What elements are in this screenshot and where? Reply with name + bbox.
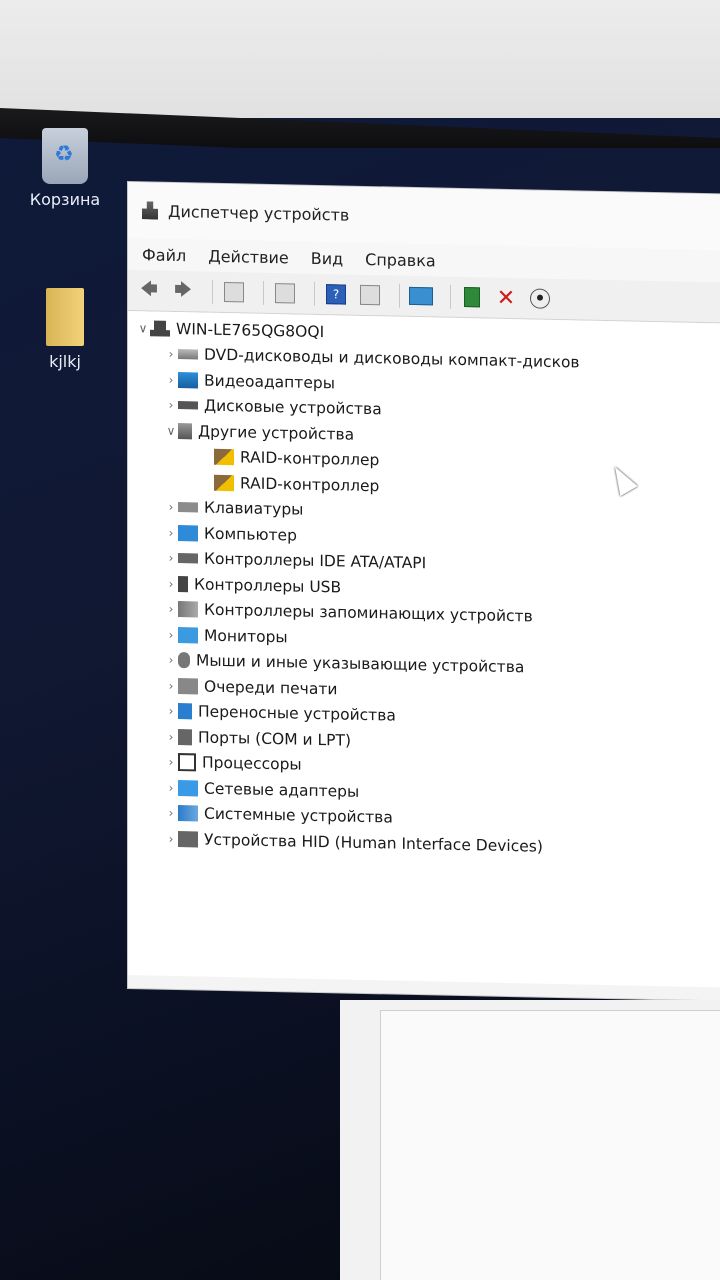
tree-item-label: Видеоадаптеры	[204, 371, 335, 393]
disk-drive-icon	[178, 401, 198, 410]
chevron-right-icon[interactable]: ›	[164, 755, 178, 769]
chevron-right-icon[interactable]: ›	[164, 730, 178, 744]
storage-controller-icon	[178, 601, 198, 618]
desktop-icon-recycle-bin[interactable]: Корзина	[20, 128, 110, 209]
view-icon[interactable]	[357, 283, 383, 308]
chevron-right-icon[interactable]: ›	[164, 398, 178, 412]
background-window	[340, 1000, 720, 1280]
portable-device-icon	[178, 703, 192, 720]
tree-item-label: RAID-контроллер	[240, 448, 380, 470]
tree-item-label: Мыши и иные указывающие устройства	[196, 651, 525, 677]
forward-arrow-icon[interactable]: 🡆	[170, 279, 196, 304]
tree-item-label: Переносные устройства	[198, 702, 396, 725]
chevron-right-icon[interactable]: ›	[164, 653, 178, 667]
other-devices-icon	[178, 422, 192, 440]
keyboard-icon	[178, 502, 198, 513]
device-manager-window: Диспетчер устройств Файл Действие Вид Сп…	[128, 182, 720, 1001]
hid-icon	[178, 830, 198, 848]
warning-device-icon	[214, 449, 234, 466]
tree-item-label: Очереди печати	[204, 677, 338, 699]
chevron-down-icon[interactable]: ∨	[136, 321, 150, 335]
chevron-right-icon[interactable]: ›	[164, 373, 178, 387]
mouse-icon	[178, 652, 190, 669]
toolbar-separator	[263, 280, 264, 305]
device-manager-icon	[142, 201, 158, 219]
folder-icon	[46, 288, 84, 346]
tree-item-label: Процессоры	[202, 753, 302, 774]
tree-item-label: Системные устройства	[204, 804, 393, 827]
dvd-drive-icon	[178, 349, 198, 360]
tree-item-label: Контроллеры IDE ATA/ATAPI	[204, 549, 427, 573]
chevron-right-icon[interactable]: ›	[164, 679, 178, 693]
toolbar-separator	[450, 284, 451, 309]
tree-item-label: Дисковые устройства	[204, 396, 382, 419]
update-icon[interactable]	[272, 281, 298, 306]
chevron-right-icon[interactable]: ›	[164, 526, 178, 540]
computer-icon	[150, 320, 170, 336]
tree-item-label: Компьютер	[204, 524, 297, 545]
recycle-bin-icon	[42, 128, 88, 184]
tree-item-label: Контроллеры USB	[194, 575, 342, 597]
ide-controller-icon	[178, 553, 198, 564]
menu-help[interactable]: Справка	[365, 249, 436, 269]
tree-item-label: Устройства HID (Human Interface Devices)	[204, 830, 543, 856]
processor-icon	[178, 753, 196, 772]
chevron-right-icon[interactable]: ›	[164, 781, 178, 795]
system-device-icon	[178, 805, 198, 822]
back-arrow-icon[interactable]: 🡄	[136, 278, 162, 303]
device-tree: ∨ WIN-LE765QG8OQI › DVD-дисководы и диск…	[128, 311, 720, 988]
tree-item-label: RAID-контроллер	[240, 474, 380, 496]
window-title: Диспетчер устройств	[168, 201, 350, 225]
help-icon[interactable]: ?	[323, 282, 349, 307]
monitor-icon	[178, 626, 198, 644]
properties-icon[interactable]	[221, 280, 247, 305]
chevron-right-icon[interactable]: ›	[164, 347, 178, 361]
chevron-right-icon[interactable]: ›	[164, 628, 178, 642]
display-adapter-icon	[178, 371, 198, 389]
tree-item-label: Контроллеры запоминающих устройств	[204, 600, 533, 626]
toolbar-separator	[399, 283, 400, 308]
network-adapter-icon	[178, 779, 198, 797]
menu-file[interactable]: Файл	[142, 245, 186, 265]
tree-item-label: Другие устройства	[198, 422, 355, 444]
warning-device-icon	[214, 474, 234, 491]
chevron-right-icon[interactable]: ›	[164, 551, 178, 565]
tree-root-label: WIN-LE765QG8OQI	[176, 319, 325, 341]
toolbar-separator	[314, 281, 315, 306]
toolbar-separator	[212, 279, 213, 304]
remove-icon[interactable]: ✕	[493, 285, 519, 310]
monitor-icon[interactable]	[408, 284, 434, 309]
desktop-icon-label: kjlkj	[49, 352, 81, 371]
chevron-right-icon[interactable]: ›	[164, 806, 178, 820]
port-icon	[178, 728, 192, 746]
chevron-right-icon[interactable]: ›	[164, 704, 178, 718]
menu-action[interactable]: Действие	[208, 246, 289, 267]
tree-item-label: Порты (COM и LPT)	[198, 728, 352, 750]
menu-view[interactable]: Вид	[311, 248, 343, 268]
driver-icon[interactable]	[459, 285, 485, 310]
chevron-right-icon[interactable]: ›	[164, 832, 178, 846]
desktop-icon-label: Корзина	[29, 190, 101, 209]
tree-item-label: Сетевые адаптеры	[204, 779, 360, 801]
download-icon[interactable]	[527, 286, 553, 311]
chevron-right-icon[interactable]: ›	[164, 577, 178, 591]
chevron-right-icon[interactable]: ›	[164, 500, 178, 514]
desktop-icon-folder[interactable]: kjlkj	[20, 288, 110, 371]
tree-item-label: Клавиатуры	[204, 498, 304, 519]
usb-icon	[178, 575, 188, 593]
tree-item-label: Мониторы	[204, 626, 288, 647]
printer-icon	[178, 677, 198, 695]
background-window-content	[380, 1010, 720, 1280]
chevron-right-icon[interactable]: ›	[164, 602, 178, 616]
computer-icon	[178, 524, 198, 542]
chevron-down-icon[interactable]: ∨	[164, 424, 178, 438]
